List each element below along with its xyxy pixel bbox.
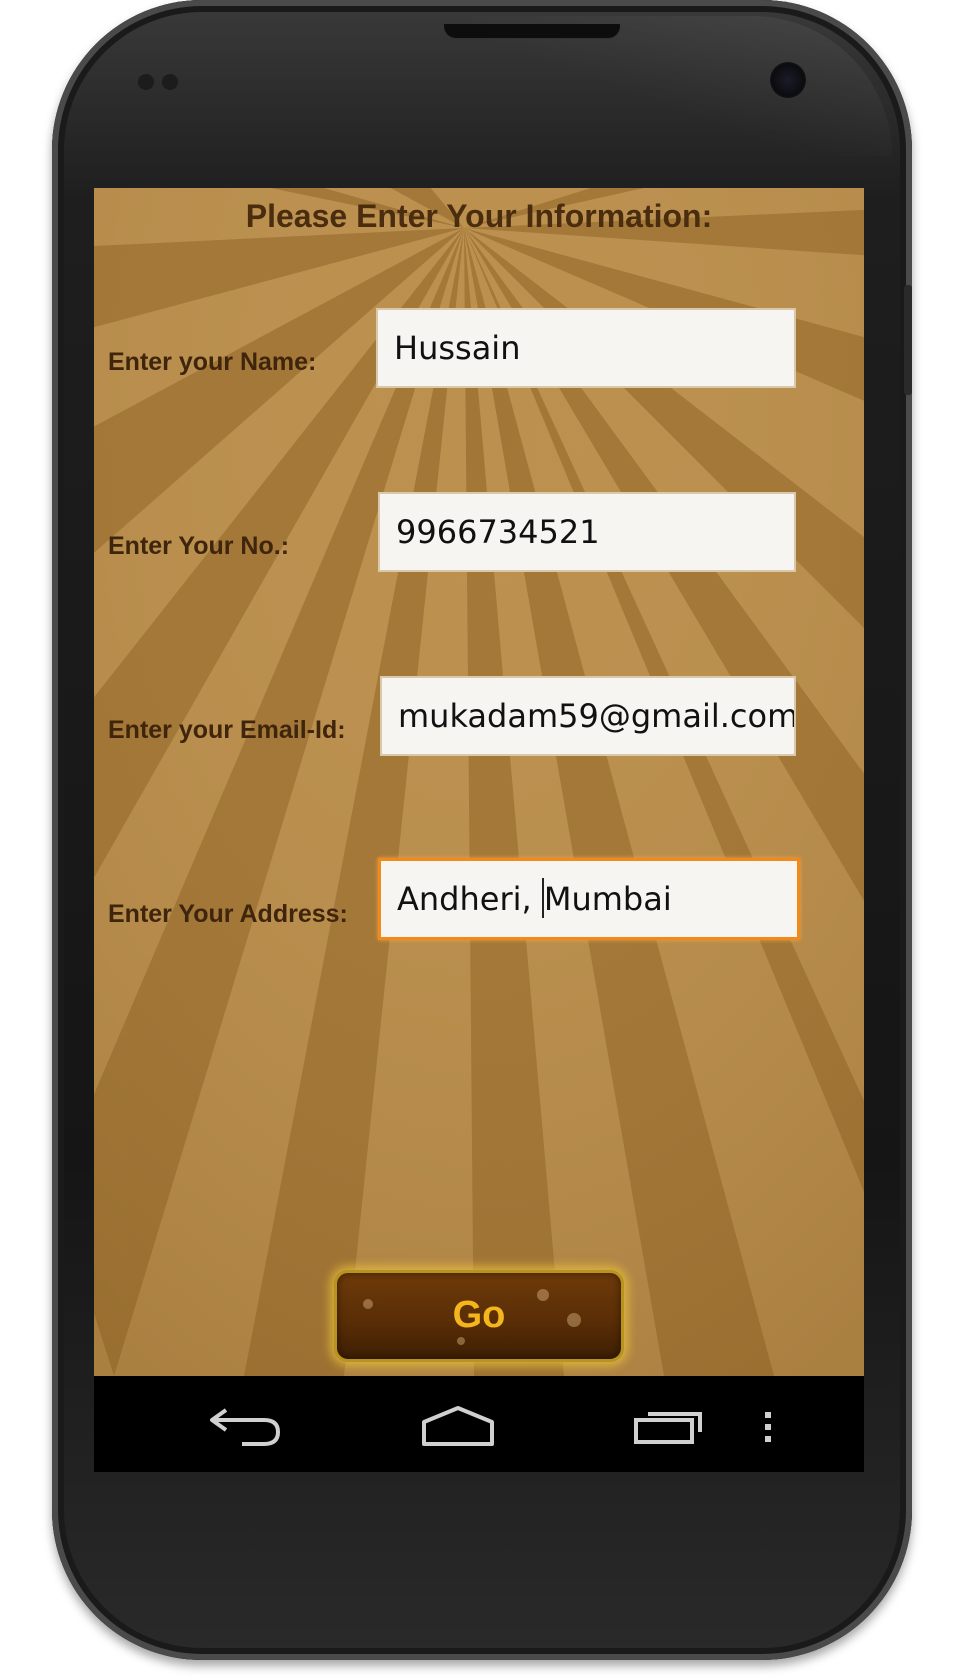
overflow-menu-icon [765, 1412, 771, 1442]
phone-number-label: Enter Your No.: [108, 532, 290, 560]
home-icon [422, 1406, 494, 1446]
button-speckle [363, 1299, 373, 1309]
overflow-menu-button[interactable] [756, 1396, 780, 1452]
name-field[interactable]: Hussain [376, 308, 796, 388]
name-label: Enter your Name: [108, 348, 317, 376]
button-speckle [457, 1337, 465, 1345]
speaker-grill [444, 24, 620, 38]
home-button[interactable] [410, 1396, 506, 1452]
form-title: Please Enter Your Information: [245, 198, 713, 234]
app-content: Please Enter Your Information: Enter you… [94, 188, 864, 1376]
recent-apps-icon [634, 1412, 702, 1444]
light-sensor [162, 74, 178, 90]
go-button-label: Go [452, 1294, 506, 1336]
address-field-value-start: Andheri, [397, 880, 542, 918]
go-button[interactable]: Go [334, 1270, 624, 1362]
back-button[interactable] [198, 1396, 294, 1452]
email-label: Enter your Email-Id: [108, 716, 346, 744]
front-camera [770, 62, 806, 98]
email-field[interactable]: mukadam59@gmail.com [380, 676, 796, 756]
navigation-bar [94, 1376, 864, 1472]
button-speckle [567, 1313, 581, 1327]
recent-apps-button[interactable] [622, 1396, 718, 1452]
address-label: Enter Your Address: [108, 900, 348, 928]
power-button [904, 285, 912, 395]
address-field[interactable]: Andheri, Mumbai [378, 858, 800, 940]
phone-number-field-value: 9966734521 [396, 513, 600, 551]
button-speckle [537, 1289, 549, 1301]
address-field-value-end: Mumbai [543, 880, 672, 918]
phone-number-field[interactable]: 9966734521 [378, 492, 796, 572]
back-icon [210, 1408, 281, 1446]
name-field-value: Hussain [394, 329, 521, 367]
phone-screen: Please Enter Your Information: Enter you… [94, 188, 864, 1472]
email-field-value: mukadam59@gmail.com [398, 697, 796, 735]
proximity-sensor [138, 74, 154, 90]
